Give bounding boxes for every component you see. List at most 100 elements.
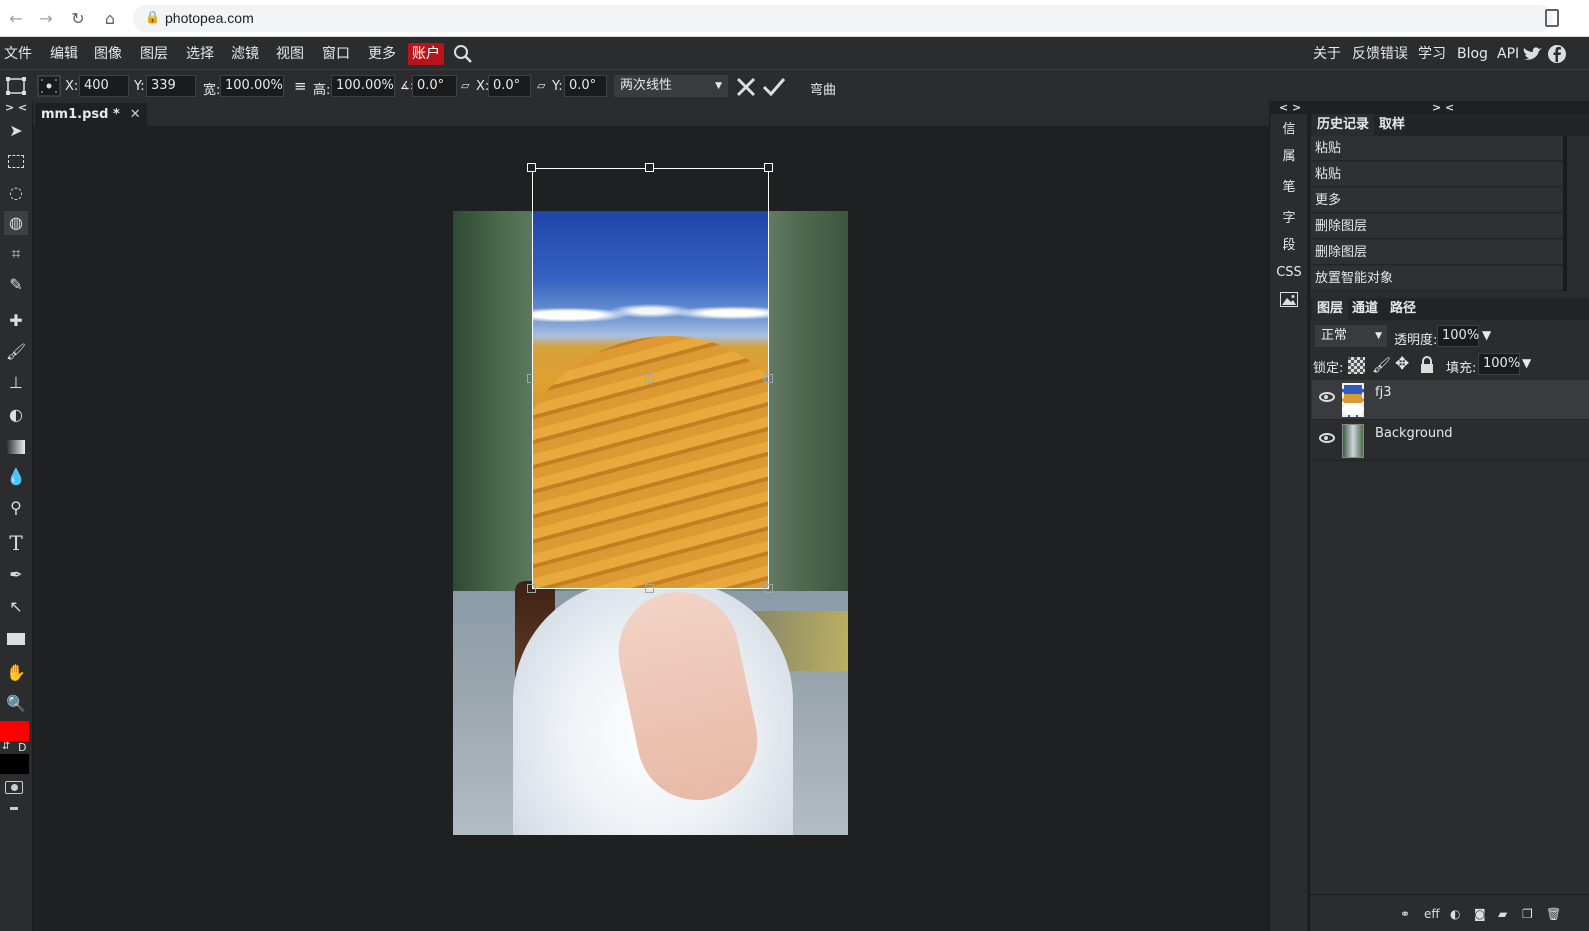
toolbar-collapse-toggle[interactable]: > < xyxy=(5,101,27,114)
interpolation-select[interactable]: 两次线性 ▼ xyxy=(614,75,728,97)
facebook-icon[interactable] xyxy=(1547,44,1567,64)
new-group-folder-icon[interactable]: ▰ xyxy=(1498,907,1507,921)
transform-handle-bottom-right[interactable] xyxy=(764,584,773,593)
account-button[interactable]: 账户 xyxy=(408,43,444,65)
shape-tool-icon[interactable] xyxy=(4,626,28,650)
history-item[interactable]: 粘贴 xyxy=(1312,162,1563,187)
background-color-swatch[interactable] xyxy=(0,754,29,774)
tab-sampler[interactable]: 取样 xyxy=(1374,114,1410,136)
tab-channels[interactable]: 通道 xyxy=(1347,298,1383,320)
twitter-icon[interactable] xyxy=(1523,46,1543,62)
transform-handle-middle-right[interactable] xyxy=(764,374,773,383)
placed-desert-layer[interactable] xyxy=(532,211,769,589)
history-item[interactable]: 删除图层 xyxy=(1312,240,1563,265)
history-item[interactable]: 粘贴 xyxy=(1312,136,1563,161)
height-field[interactable]: 100.00% xyxy=(331,75,395,97)
menu-blog[interactable]: Blog xyxy=(1457,43,1488,65)
history-item[interactable]: 放置智能对象 xyxy=(1312,266,1563,291)
screen-mode-icon[interactable] xyxy=(10,807,18,810)
transform-handle-middle-left[interactable] xyxy=(527,374,536,383)
opacity-dropdown-icon[interactable]: ▼ xyxy=(1482,328,1491,342)
properties-panel-button[interactable]: 属 xyxy=(1270,145,1308,164)
crop-tool-icon[interactable]: ⌗ xyxy=(4,242,28,266)
history-scrollbar[interactable] xyxy=(1563,136,1567,291)
search-icon[interactable] xyxy=(452,43,474,65)
blend-mode-select[interactable]: 正常 ▼ xyxy=(1315,325,1387,347)
path-select-tool-icon[interactable]: ↖ xyxy=(4,595,28,619)
right-panel-toggle[interactable]: > < xyxy=(1432,101,1454,114)
swap-colors-icon[interactable]: ⇵ xyxy=(2,741,10,752)
fill-field[interactable]: 100% xyxy=(1478,353,1520,375)
layer-row-background[interactable]: Background xyxy=(1312,421,1589,461)
tab-history[interactable]: 历史记录 xyxy=(1312,114,1375,136)
image-panel-icon[interactable] xyxy=(1280,292,1298,307)
transform-handle-bottom-center[interactable] xyxy=(645,584,654,593)
transform-handle-top-right[interactable] xyxy=(764,163,773,172)
menu-api[interactable]: API xyxy=(1497,43,1519,65)
adjustment-layer-icon[interactable]: ◐ xyxy=(1450,907,1460,921)
lock-pixels-icon[interactable]: 🖌 xyxy=(1372,356,1391,374)
layer-mask-icon[interactable]: ◙ xyxy=(1474,907,1486,921)
menu-view[interactable]: 视图 xyxy=(272,43,308,65)
dodge-tool-icon[interactable]: ⚲ xyxy=(4,496,28,520)
zoom-tool-icon[interactable]: 🔍 xyxy=(4,692,28,716)
paragraph-panel-button[interactable]: 段 xyxy=(1270,234,1308,253)
forward-arrow-icon[interactable]: → xyxy=(36,9,56,29)
css-panel-button[interactable]: CSS xyxy=(1270,265,1308,280)
warp-button[interactable]: 弯曲 xyxy=(810,79,836,98)
link-layers-icon[interactable]: ⚭ xyxy=(1400,907,1410,921)
quick-mask-icon[interactable] xyxy=(5,781,23,794)
history-item[interactable]: 删除图层 xyxy=(1312,214,1563,239)
brush-tool-icon[interactable]: 🖌 xyxy=(4,340,28,364)
lock-all-icon[interactable] xyxy=(1420,356,1434,374)
type-tool-icon[interactable]: T xyxy=(4,531,28,555)
layer-name[interactable]: fj3 xyxy=(1375,385,1391,400)
character-panel-button[interactable]: 字 xyxy=(1270,207,1308,226)
layer-name[interactable]: Background xyxy=(1375,426,1453,441)
menu-image[interactable]: 图像 xyxy=(90,43,126,65)
menu-file[interactable]: 文件 xyxy=(0,43,36,65)
fill-dropdown-icon[interactable]: ▼ xyxy=(1522,356,1531,370)
menu-filter[interactable]: 滤镜 xyxy=(227,43,263,65)
reload-icon[interactable]: ↻ xyxy=(68,9,88,29)
y-position-field[interactable]: 339 px xyxy=(146,75,196,113)
delete-layer-trash-icon[interactable]: 🗑 xyxy=(1546,907,1561,921)
tab-layers[interactable]: 图层 xyxy=(1312,298,1349,320)
cancel-transform-icon[interactable] xyxy=(735,76,757,98)
home-icon[interactable]: ⌂ xyxy=(100,9,120,29)
blur-tool-icon[interactable]: 💧 xyxy=(4,465,28,489)
eraser-tool-icon[interactable]: ◐ xyxy=(4,403,28,427)
x-position-field[interactable]: 400 px xyxy=(79,75,129,113)
lock-position-icon[interactable]: ✥ xyxy=(1395,354,1409,374)
lasso-tool-icon[interactable]: ◌ xyxy=(4,181,28,205)
history-item[interactable]: 更多 xyxy=(1312,188,1563,213)
menu-more[interactable]: 更多 xyxy=(364,43,400,65)
menu-window[interactable]: 窗口 xyxy=(318,43,354,65)
tab-mm1-psd[interactable]: mm1.psd * ✕ xyxy=(35,103,147,126)
foreground-color-swatch[interactable] xyxy=(0,721,29,741)
address-bar[interactable]: 🔒 photopea.com xyxy=(133,5,1553,32)
transform-handle-bottom-left[interactable] xyxy=(527,584,536,593)
skew-y-field[interactable]: 0.0° xyxy=(564,75,607,97)
menu-report-bug[interactable]: 反馈错误 xyxy=(1352,43,1408,65)
gradient-tool-icon[interactable] xyxy=(4,434,28,458)
brush-panel-button[interactable]: 笔 xyxy=(1270,176,1308,195)
layer-row-fj3[interactable]: fj3 xyxy=(1312,380,1589,420)
skew-x-field[interactable]: 0.0° xyxy=(488,75,531,97)
mini-panel-toggle[interactable]: < > xyxy=(1279,101,1301,114)
width-field[interactable]: 100.00% xyxy=(220,75,284,97)
transform-handle-center[interactable] xyxy=(645,374,654,383)
hand-tool-icon[interactable]: ✋ xyxy=(4,661,28,685)
transform-handle-top-left[interactable] xyxy=(527,163,536,172)
confirm-transform-icon[interactable] xyxy=(762,76,786,98)
marquee-tool-icon[interactable] xyxy=(4,149,28,173)
move-tool-icon[interactable]: ➤ xyxy=(4,119,28,143)
close-tab-icon[interactable]: ✕ xyxy=(130,107,141,122)
visibility-eye-icon[interactable] xyxy=(1319,392,1335,402)
lock-transparency-icon[interactable] xyxy=(1348,357,1365,374)
transform-handle-top-center[interactable] xyxy=(645,163,654,172)
clipboard-icon[interactable] xyxy=(1545,9,1559,27)
clone-stamp-tool-icon[interactable]: ⊥ xyxy=(4,371,28,395)
menu-edit[interactable]: 编辑 xyxy=(46,43,82,65)
angle-field[interactable]: 0.0° xyxy=(412,75,457,97)
